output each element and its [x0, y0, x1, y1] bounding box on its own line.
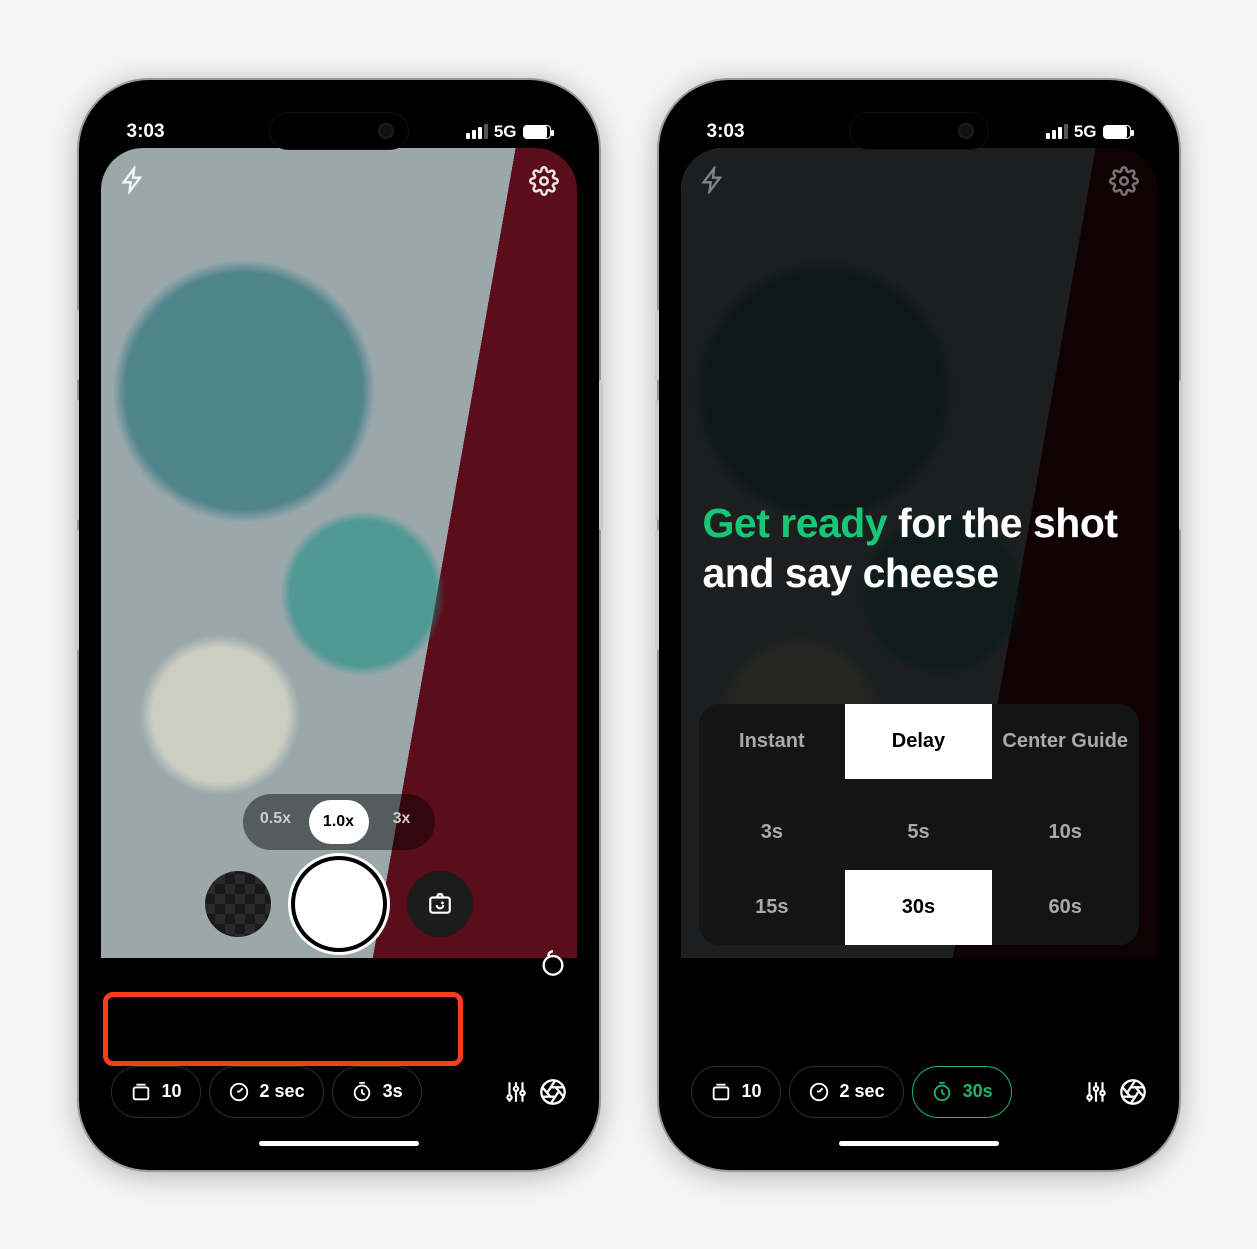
delay-option-10s[interactable]: 10s	[992, 795, 1139, 870]
delay-headline: Get ready for the shot and say cheese	[703, 498, 1135, 598]
delay-pill[interactable]: 30s	[912, 1066, 1012, 1118]
camera-viewfinder[interactable]: 0.5x 1.0x 3x	[101, 148, 577, 958]
sliders-icon[interactable]	[503, 1079, 529, 1105]
aperture-icon[interactable]	[1119, 1078, 1147, 1106]
zoom-wide[interactable]: 0.5x	[249, 800, 303, 838]
battery-icon	[523, 125, 551, 139]
aperture-icon[interactable]	[539, 1078, 567, 1106]
interval-value: 2 sec	[840, 1081, 885, 1102]
settings-gear-icon[interactable]	[529, 166, 559, 196]
tab-instant[interactable]: Instant	[699, 704, 846, 779]
burst-count-value: 10	[742, 1081, 762, 1102]
dynamic-island	[269, 112, 409, 150]
phone-left: 3:03 5G 0.5x 1.0x 3x	[79, 80, 599, 1170]
signal-icon	[1046, 124, 1068, 139]
mode-tabs: Instant Delay Center Guide	[699, 704, 1139, 779]
tutorial-highlight-box	[103, 992, 463, 1066]
bottom-toolbar: 10 2 sec 30s	[673, 1066, 1165, 1118]
flash-auto-icon[interactable]	[699, 166, 727, 196]
zoom-main[interactable]: 1.0x	[309, 800, 369, 844]
burst-count-pill[interactable]: 10	[111, 1066, 201, 1118]
delay-value: 3s	[383, 1081, 403, 1102]
delay-pill[interactable]: 3s	[332, 1066, 422, 1118]
flip-camera-button[interactable]	[407, 871, 473, 937]
gallery-thumbnail[interactable]	[205, 871, 271, 937]
status-time: 3:03	[707, 121, 745, 143]
zoom-selector[interactable]: 0.5x 1.0x 3x	[243, 794, 435, 850]
flash-auto-icon[interactable]	[119, 166, 147, 196]
tab-delay[interactable]: Delay	[845, 704, 992, 779]
headline-accent: Get ready	[703, 500, 888, 546]
zoom-tele[interactable]: 3x	[375, 800, 429, 838]
bottom-toolbar: 10 2 sec 3s	[93, 1066, 585, 1118]
sliders-icon[interactable]	[1083, 1079, 1109, 1105]
home-indicator[interactable]	[259, 1141, 419, 1146]
interval-value: 2 sec	[260, 1081, 305, 1102]
delay-option-60s[interactable]: 60s	[992, 870, 1139, 945]
settings-gear-icon[interactable]	[1109, 166, 1139, 196]
status-network: 5G	[494, 122, 517, 142]
shutter-button[interactable]	[295, 860, 383, 948]
delay-panel: Instant Delay Center Guide 3s 5s 10s 15s…	[699, 704, 1139, 945]
delay-option-3s[interactable]: 3s	[699, 795, 846, 870]
dynamic-island	[849, 112, 989, 150]
signal-icon	[466, 124, 488, 139]
interval-pill[interactable]: 2 sec	[789, 1066, 904, 1118]
burst-count-value: 10	[162, 1081, 182, 1102]
burst-count-pill[interactable]: 10	[691, 1066, 781, 1118]
exposure-dial-icon[interactable]	[539, 949, 567, 977]
tab-center-guide[interactable]: Center Guide	[992, 704, 1139, 779]
home-indicator[interactable]	[839, 1141, 999, 1146]
phone-right: 3:03 5G Get ready for the shot and say c…	[659, 80, 1179, 1170]
status-time: 3:03	[127, 121, 165, 143]
status-network: 5G	[1074, 122, 1097, 142]
battery-icon	[1103, 125, 1131, 139]
delay-option-5s[interactable]: 5s	[845, 795, 992, 870]
delay-value: 30s	[963, 1081, 993, 1102]
interval-pill[interactable]: 2 sec	[209, 1066, 324, 1118]
delay-option-30s[interactable]: 30s	[845, 870, 992, 945]
delay-option-15s[interactable]: 15s	[699, 870, 846, 945]
